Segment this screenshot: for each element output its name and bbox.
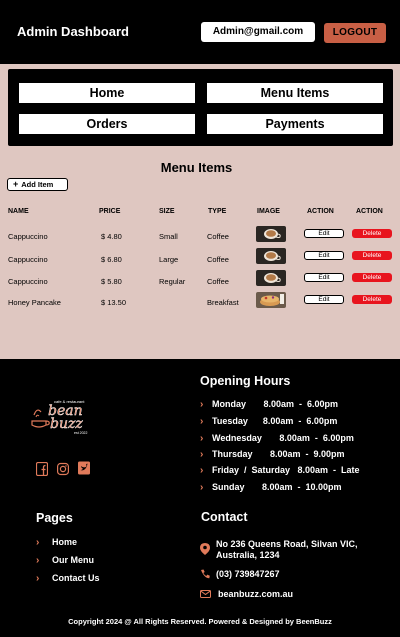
svg-text:buzz: buzz (50, 416, 83, 432)
chevron-right-icon: › (200, 416, 204, 427)
column-header-image: IMAGE (257, 208, 280, 215)
admin-email-badge: Admin@gmail.com (201, 22, 315, 42)
hours-row: › Monday 8.00am - 6.00pm (200, 399, 339, 410)
hours-row: › Tuesday 8.00am - 6.00pm (200, 416, 338, 427)
logout-button[interactable]: LOGOUT (324, 23, 386, 43)
add-item-button[interactable]: + Add Item (7, 178, 68, 191)
item-price: $ 13.50 (101, 298, 127, 307)
nav-home-button[interactable]: Home (19, 83, 195, 103)
item-name: Cappuccino (8, 232, 48, 241)
column-header-action: ACTION (356, 208, 383, 215)
footer-link-our-menu[interactable]: › Our Menu (36, 555, 94, 566)
item-price: $ 5.80 (101, 277, 122, 286)
chevron-right-icon: › (36, 555, 40, 566)
item-type: Breakfast (207, 298, 239, 307)
item-type: Coffee (207, 232, 229, 241)
facebook-icon[interactable] (35, 461, 49, 477)
delete-button[interactable]: Delete (352, 295, 392, 304)
plus-icon: + (13, 179, 19, 189)
bean-buzz-logo: cafe & restaurant bean buzz est 2022 (30, 397, 96, 435)
chevron-right-icon: › (200, 433, 204, 444)
footer-link-contact-us[interactable]: › Contact Us (36, 573, 100, 584)
contact-address: No 236 Queens Road, Silvan VIC, Australi… (200, 539, 390, 560)
site-footer: cafe & restaurant bean buzz est 2022 Ope… (0, 359, 400, 637)
address-line-1: No 236 Queens Road, Silvan VIC, (216, 539, 358, 549)
chevron-right-icon: › (200, 449, 204, 460)
coffee-cup-image (256, 270, 286, 286)
coffee-cup-image (256, 248, 286, 264)
contact-website[interactable]: beanbuzz.com.au (200, 589, 293, 599)
item-price: $ 4.80 (101, 232, 122, 241)
twitter-icon[interactable] (78, 461, 90, 475)
chevron-right-icon: › (36, 537, 40, 548)
instagram-icon[interactable] (57, 462, 70, 476)
coffee-cup-image (256, 226, 286, 242)
hours-row: › Wednesday 8.00am - 6.00pm (200, 433, 354, 444)
item-name: Cappuccino (8, 277, 48, 286)
opening-hours-heading: Opening Hours (200, 374, 291, 388)
address-line-2: Australia, 1234 (216, 550, 280, 560)
chevron-right-icon: › (200, 399, 204, 410)
delete-button[interactable]: Delete (352, 229, 392, 238)
column-header-action: ACTION (307, 208, 334, 215)
nav-menu-items-button[interactable]: Menu Items (207, 83, 383, 103)
column-header-name: NAME (8, 208, 29, 215)
edit-button[interactable]: Edit (304, 251, 344, 260)
admin-nav: Home Menu Items Orders Payments (8, 69, 393, 146)
chevron-right-icon: › (200, 465, 204, 476)
map-pin-icon (200, 543, 210, 555)
item-size: Small (159, 232, 178, 241)
chevron-right-icon: › (36, 573, 40, 584)
item-size: Regular (159, 277, 186, 286)
contact-heading: Contact (201, 510, 248, 524)
copyright-text: Copyright 2024 @ All Rights Reserved. Po… (68, 617, 332, 626)
phone-icon (200, 569, 210, 579)
delete-button[interactable]: Delete (352, 251, 392, 260)
delete-button[interactable]: Delete (352, 273, 392, 282)
hours-row: › Thursday 8.00am - 9.00pm (200, 449, 345, 460)
edit-button[interactable]: Edit (304, 273, 344, 282)
pancake-image (256, 292, 286, 308)
item-size: Large (159, 255, 179, 264)
item-price: $ 6.80 (101, 255, 122, 264)
nav-payments-button[interactable]: Payments (207, 114, 383, 134)
pages-heading: Pages (36, 511, 73, 525)
add-item-label: Add Item (21, 180, 54, 189)
footer-link-home[interactable]: › Home (36, 537, 77, 548)
item-type: Coffee (207, 255, 229, 264)
menu-items-heading: Menu Items (160, 160, 233, 175)
top-header: Admin Dashboard Admin@gmail.com LOGOUT (0, 0, 400, 64)
mail-icon (200, 590, 211, 600)
main-content: Home Menu Items Orders Payments Menu Ite… (0, 64, 400, 359)
column-header-size: SIZE (159, 208, 175, 215)
item-name: Cappuccino (8, 255, 48, 264)
page-title: Admin Dashboard (17, 24, 129, 39)
edit-button[interactable]: Edit (304, 229, 344, 238)
nav-orders-button[interactable]: Orders (19, 114, 195, 134)
chevron-right-icon: › (200, 482, 204, 493)
hours-row: › Sunday 8.00am - 10.00pm (200, 482, 342, 493)
edit-button[interactable]: Edit (304, 295, 344, 304)
item-name: Honey Pancake (8, 298, 61, 307)
item-type: Coffee (207, 277, 229, 286)
column-header-type: TYPE (208, 208, 227, 215)
contact-phone: (03) 739847267 (200, 569, 280, 579)
svg-text:est 2022: est 2022 (74, 431, 87, 435)
column-header-price: PRICE (99, 208, 121, 215)
hours-row: › Friday / Saturday 8.00am - Late (200, 465, 360, 476)
